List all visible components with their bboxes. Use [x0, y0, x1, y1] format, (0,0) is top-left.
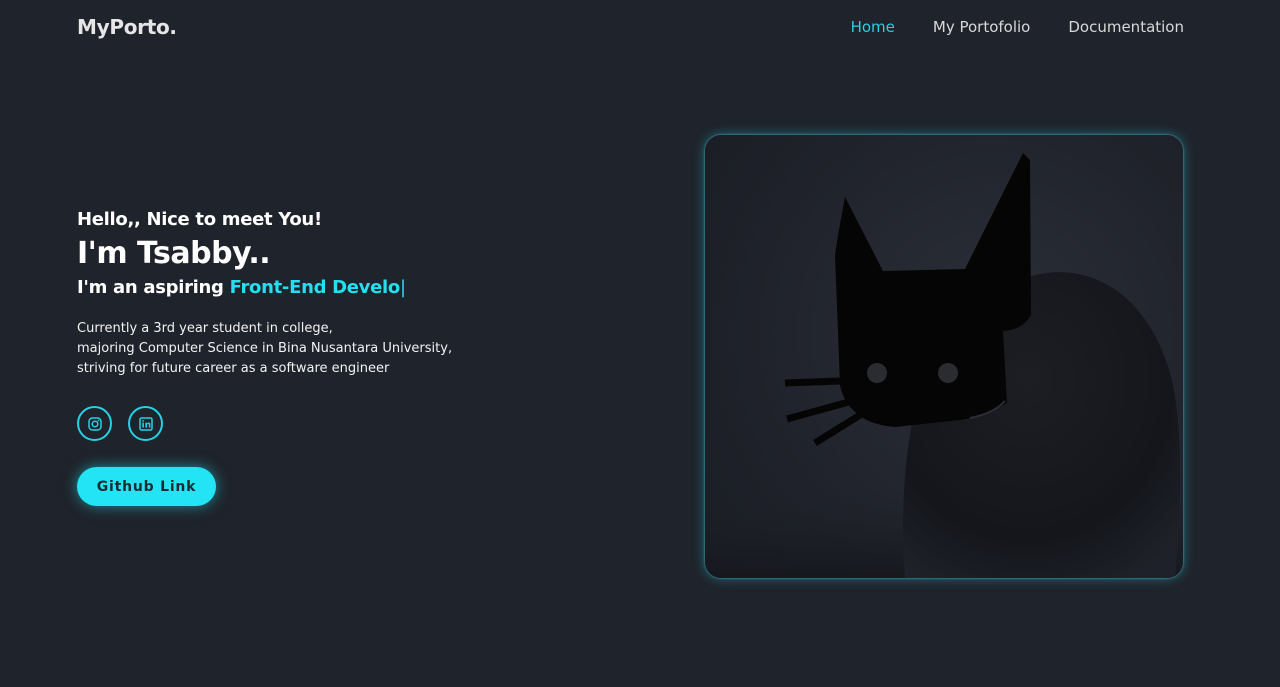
nav-documentation[interactable]: Documentation	[1068, 18, 1184, 36]
site-header: MyPorto. Home My Portofolio Documentatio…	[0, 0, 1280, 56]
linkedin-icon	[138, 416, 153, 431]
bio-line: majoring Computer Science in Bina Nusant…	[77, 341, 453, 356]
hero-image-card	[705, 135, 1183, 578]
hero-name: I'm Tsabby..	[77, 236, 271, 271]
aspiring-prefix: I'm an aspiring	[77, 277, 230, 298]
instagram-link[interactable]	[77, 406, 112, 441]
nav-home[interactable]: Home	[851, 18, 895, 36]
page: MyPorto. Home My Portofolio Documentatio…	[0, 0, 1280, 687]
greeting-text: Hello,, Nice to meet You!	[77, 209, 322, 230]
aspiring-line: I'm an aspiring Front-End Develo|	[77, 275, 497, 301]
site-logo[interactable]: MyPorto.	[77, 15, 177, 39]
main-nav: Home My Portofolio Documentation	[851, 18, 1184, 36]
social-links	[77, 406, 497, 441]
linkedin-link[interactable]	[128, 406, 163, 441]
instagram-icon	[87, 416, 102, 431]
bio-line: striving for future career as a software…	[77, 361, 390, 376]
bio-line: Currently a 3rd year student in college,	[77, 321, 333, 336]
cat-illustration	[705, 153, 1183, 578]
hero-intro: Hello,, Nice to meet You! I'm Tsabby.. I…	[77, 207, 497, 506]
nav-my-portofolio[interactable]: My Portofolio	[933, 18, 1030, 36]
typed-role: Front-End Develo	[229, 277, 401, 298]
typing-cursor: |	[399, 277, 406, 298]
github-link-button[interactable]: Github Link	[77, 467, 216, 506]
bio-text: Currently a 3rd year student in college,…	[77, 319, 497, 379]
